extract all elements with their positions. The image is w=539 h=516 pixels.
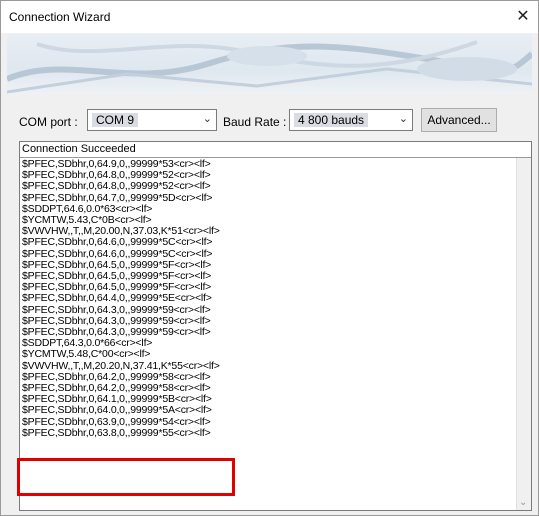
baud-rate-select[interactable]: 4 800 bauds ⌄ [289,109,413,131]
window-title: Connection Wizard [9,10,111,24]
header-banner [7,34,532,94]
scroll-down-icon[interactable]: ⌄ [519,497,527,508]
com-port-value: COM 9 [92,113,139,127]
log-line: $PFEC,SDbhr,0,64.8,0,,99999*52<cr><lf> [22,180,211,193]
baud-rate-value: 4 800 bauds [294,113,369,127]
nmea-log-box[interactable]: Connection Succeeded $PFEC,SDbhr,0,64.9,… [19,141,532,511]
close-icon[interactable]: ✕ [510,3,536,29]
baud-rate-label: Baud Rate : [223,115,287,129]
vertical-scrollbar[interactable]: ⌄ [516,158,531,510]
chevron-down-icon: ⌄ [202,113,212,125]
log-line: $PFEC,SDbhr,0,64.6,0,,99999*5C<cr><lf> [22,236,213,249]
connection-settings-row: COM port : COM 9 ⌄ Baud Rate : 4 800 bau… [1,105,538,135]
connection-wizard-window: Connection Wizard ✕ COM port : COM 9 ⌄ B… [0,0,539,516]
log-line: $YCMTW,5.48,C*00<cr><lf> [22,348,151,361]
log-line: $PFEC,SDbhr,0,64.0,0,,99999*5A<cr><lf> [22,404,212,417]
log-lines: $PFEC,SDbhr,0,64.9,0,,99999*53<cr><lf> $P… [22,158,502,439]
banner-art [7,40,532,94]
com-port-label: COM port : [19,115,78,129]
chevron-down-icon: ⌄ [398,113,408,125]
com-port-select[interactable]: COM 9 ⌄ [87,109,217,131]
title-bar: Connection Wizard ✕ [1,1,538,33]
connection-status: Connection Succeeded [20,142,531,158]
advanced-button[interactable]: Advanced... [421,108,497,132]
log-line: $PFEC,SDbhr,0,64.4,0,,99999*5E<cr><lf> [22,292,212,305]
log-line: $PFEC,SDbhr,0,63.8,0,,99999*55<cr><lf> [22,426,211,439]
